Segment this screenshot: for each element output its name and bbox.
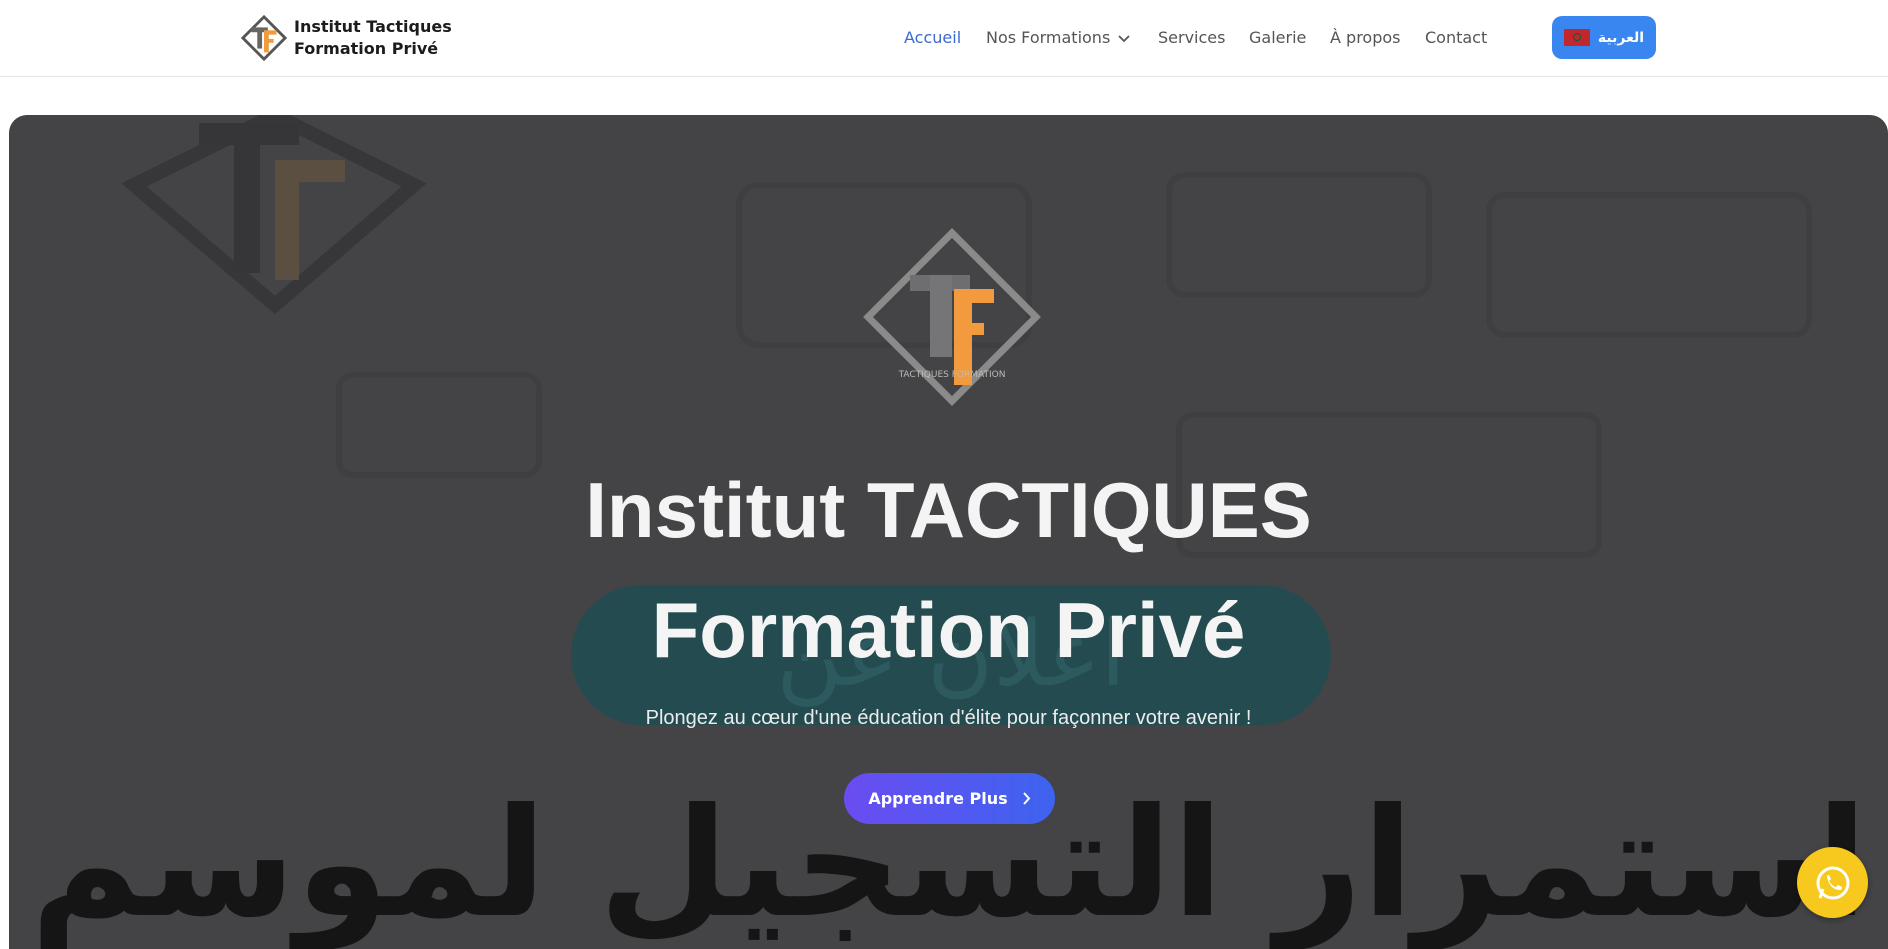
chevron-down-icon: [1118, 34, 1130, 42]
morocco-flag-icon: [1563, 29, 1590, 46]
nav-accueil[interactable]: Accueil: [904, 24, 961, 52]
nav-services[interactable]: Services: [1158, 24, 1225, 52]
brand-name-line2: Formation Privé: [294, 39, 439, 58]
brand-name: Institut Tactiques Formation Privé: [294, 16, 452, 60]
nav-galerie[interactable]: Galerie: [1249, 24, 1306, 52]
brand-link[interactable]: Institut Tactiques Formation Privé: [240, 14, 452, 62]
learn-more-label: Apprendre Plus: [868, 789, 1008, 808]
brand-name-line1: Institut Tactiques: [294, 17, 452, 36]
site-header: Institut Tactiques Formation Privé Accue…: [0, 0, 1888, 77]
hero-title-line1: Institut TACTIQUES: [585, 466, 1312, 554]
language-switch-button[interactable]: العربية: [1552, 16, 1656, 59]
language-button-label: العربية: [1597, 29, 1645, 46]
chevron-right-icon: [1022, 792, 1031, 805]
nav-contact[interactable]: Contact: [1425, 24, 1487, 52]
whatsapp-icon: [1816, 866, 1849, 899]
brand-logo-icon: [240, 14, 288, 62]
hero-title-line2: Formation Privé: [651, 586, 1246, 674]
nav-nos-formations-label: Nos Formations: [986, 28, 1111, 47]
nav-a-propos[interactable]: À propos: [1330, 24, 1400, 52]
hero-section: اعلان عن استمرار التسجيل لموسم TACTIQUES…: [9, 115, 1888, 949]
hero-logo-icon: TACTIQUES FORMATION: [863, 228, 1041, 406]
whatsapp-chat-button[interactable]: [1797, 847, 1868, 918]
hero-logo-ring-text: TACTIQUES FORMATION: [898, 370, 1006, 380]
learn-more-button[interactable]: Apprendre Plus: [844, 773, 1055, 824]
nav-nos-formations[interactable]: Nos Formations: [986, 24, 1130, 52]
hero-title: Institut TACTIQUES Formation Privé: [9, 450, 1888, 690]
hero-subtitle: Plongez au cœur d'une éducation d'élite …: [645, 707, 1252, 729]
